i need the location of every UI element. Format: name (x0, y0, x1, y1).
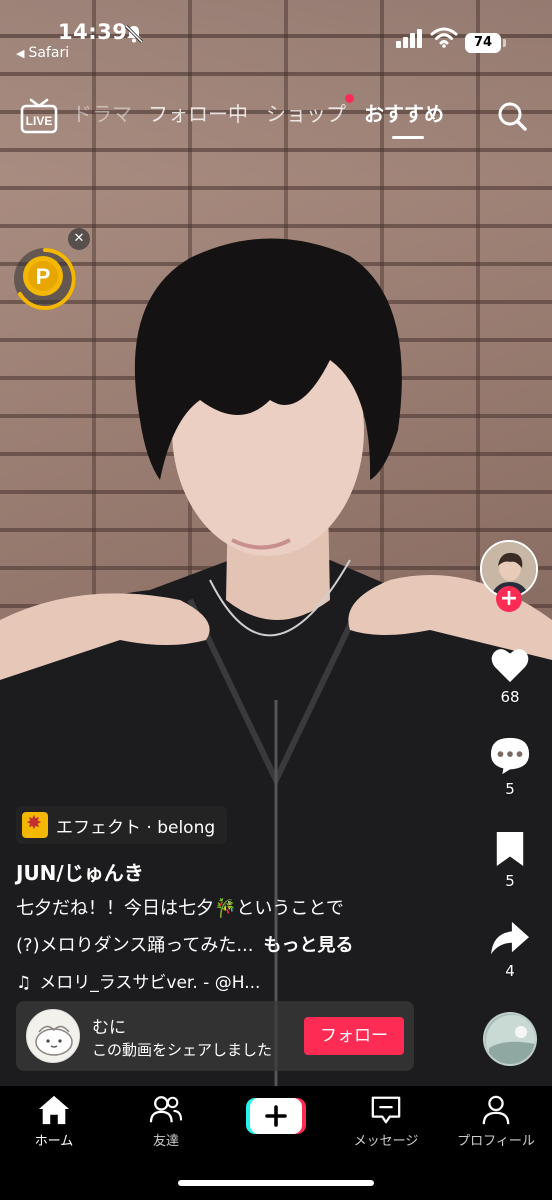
home-indicator (178, 1180, 374, 1186)
tab-drama[interactable]: ドラマ (72, 98, 132, 127)
coin-close-button[interactable]: ✕ (68, 228, 90, 250)
caption-line-2-text: (?)メロりダンス踊ってみた... (16, 935, 254, 956)
effect-chip[interactable]: エフェクト · belong (16, 806, 228, 844)
music-track-link[interactable]: ♫ メロリ_ラスサビver. - @H... (16, 968, 260, 993)
nav-messages-label: メッセージ (353, 1134, 419, 1149)
caption-line-2: (?)メロりダンス踊ってみた... もっと見る (16, 931, 354, 957)
sharer-avatar-image (27, 1010, 79, 1062)
nav-friends[interactable]: 友達 (116, 1094, 216, 1149)
status-time: 14:39 (58, 20, 128, 44)
effect-icon (22, 812, 48, 838)
feed-tabs: ドラマ フォロー中 ショップ おすすめ (72, 94, 462, 139)
message-icon (371, 1096, 401, 1124)
nav-profile-label: プロフィール (457, 1134, 535, 1149)
back-triangle-icon: ◀ (16, 47, 25, 60)
video-player[interactable] (0, 0, 552, 1086)
shared-by-banner[interactable]: むに この動画をシェアしました フォロー (16, 1001, 414, 1071)
back-to-app-link[interactable]: ◀ Safari (16, 45, 69, 61)
cellular-signal-icon (396, 29, 422, 48)
comment-count: 5 (505, 780, 515, 798)
notification-dot (345, 94, 354, 103)
music-note-icon: ♫ (16, 973, 32, 993)
like-count: 68 (500, 688, 520, 706)
share-arrow-icon (491, 921, 529, 955)
coin-label: P (36, 264, 51, 289)
follow-button[interactable]: フォロー (304, 1017, 404, 1055)
nav-friends-label: 友達 (152, 1134, 179, 1149)
home-icon (38, 1095, 70, 1125)
creator-username[interactable]: JUN/じゅんき (16, 857, 144, 886)
like-button[interactable]: 68 (478, 646, 542, 706)
nav-profile[interactable]: プロフィール (446, 1094, 546, 1149)
battery-level: 74 (465, 33, 506, 53)
top-nav: LIVE ドラマ フォロー中 ショップ おすすめ (0, 92, 552, 142)
tab-shop[interactable]: ショップ (266, 94, 354, 127)
caption-line-1: 七夕だね！！今日は七夕🎋ということで (16, 898, 344, 919)
effect-label: エフェクト · belong (56, 817, 216, 838)
music-track-label: メロリ_ラスサビver. - @H... (39, 973, 261, 993)
reward-coin-widget[interactable]: P (12, 246, 78, 312)
comment-icon (490, 737, 530, 775)
silent-bell-icon (124, 24, 144, 44)
video-frame (0, 238, 552, 1086)
tab-shop-label: ショップ (266, 102, 346, 126)
sharer-name: むに (92, 1018, 126, 1038)
share-count: 4 (505, 962, 515, 980)
bookmark-count: 5 (505, 872, 515, 890)
live-icon[interactable]: LIVE (20, 98, 58, 134)
status-bar: 14:39 ◀ Safari 74 (0, 0, 552, 70)
shared-video-text: この動画をシェアしました (92, 1041, 273, 1059)
friends-icon (149, 1096, 183, 1123)
live-icon-label: LIVE (26, 114, 53, 128)
comment-button[interactable]: 5 (478, 736, 542, 798)
nav-home-label: ホーム (34, 1134, 74, 1149)
sharer-avatar[interactable] (26, 1009, 80, 1063)
follow-plus-button[interactable]: + (496, 586, 522, 612)
tab-following[interactable]: フォロー中 (148, 98, 248, 127)
heart-icon (491, 649, 529, 683)
bookmark-button[interactable]: 5 (478, 830, 542, 890)
create-post-button[interactable] (246, 1098, 306, 1134)
bookmark-icon (496, 832, 524, 866)
profile-icon (482, 1095, 510, 1125)
music-disc[interactable] (483, 1012, 537, 1066)
see-more-link[interactable]: もっと見る (264, 935, 354, 956)
nav-messages[interactable]: メッセージ (336, 1094, 436, 1149)
nav-home[interactable]: ホーム (4, 1094, 104, 1149)
search-icon[interactable] (496, 100, 528, 132)
back-app-label: Safari (28, 45, 70, 61)
tab-for-you[interactable]: おすすめ (364, 98, 444, 139)
share-button[interactable]: 4 (478, 920, 542, 980)
wifi-icon (430, 27, 458, 48)
